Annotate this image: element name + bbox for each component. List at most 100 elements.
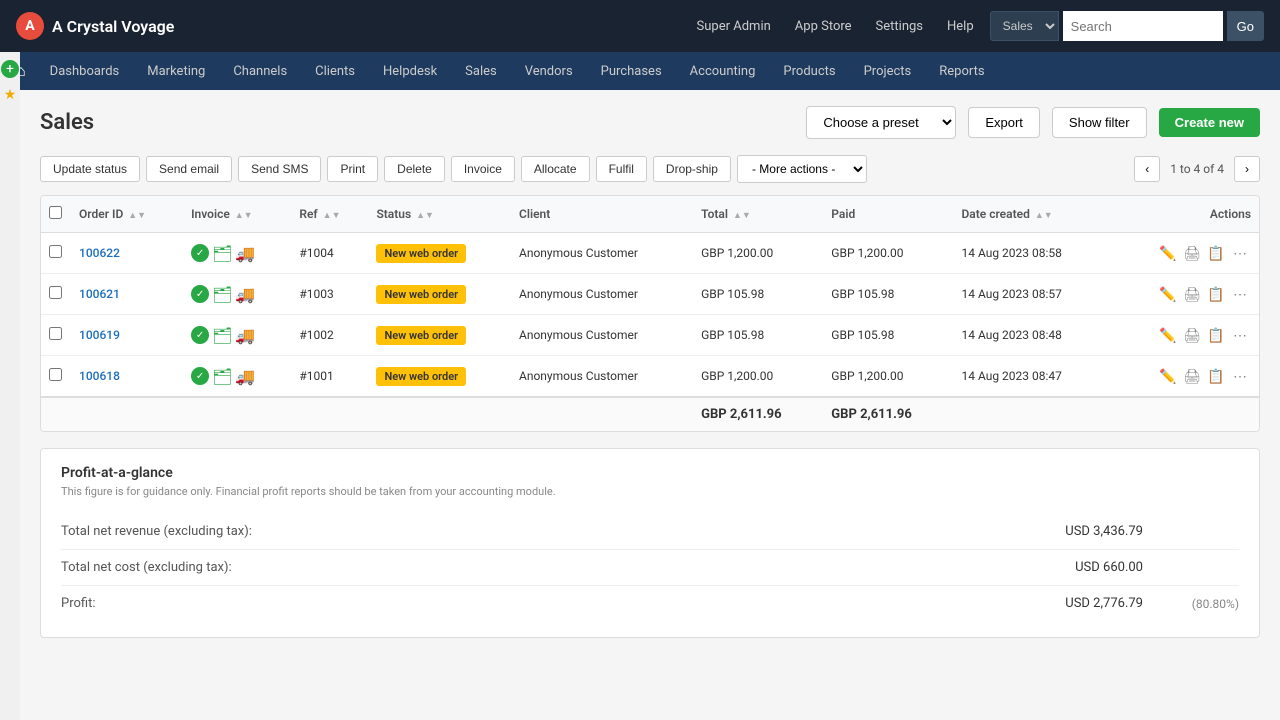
- invoice-box-icon-0: 🗂: [212, 244, 232, 263]
- select-all-header[interactable]: [41, 196, 71, 233]
- allocate-button[interactable]: Allocate: [521, 156, 590, 182]
- row-checkbox-2[interactable]: [49, 327, 62, 340]
- row-copy-button-3[interactable]: 📋: [1205, 365, 1227, 387]
- navbar-item-channels[interactable]: Channels: [221, 56, 299, 87]
- order-id-link-2[interactable]: 100619: [79, 328, 120, 342]
- topbar-links: Super Admin App Store Settings Help: [697, 19, 974, 34]
- row-checkbox-cell-1[interactable]: [41, 274, 71, 315]
- navbar-item-products[interactable]: Products: [771, 56, 847, 87]
- preset-select[interactable]: Choose a preset: [806, 106, 956, 139]
- row-copy-button-2[interactable]: 📋: [1205, 324, 1227, 346]
- send-email-button[interactable]: Send email: [146, 156, 232, 182]
- row-more-button-3[interactable]: ⋯: [1229, 365, 1251, 387]
- row-checkbox-3[interactable]: [49, 368, 62, 381]
- search-context-select[interactable]: Sales: [990, 11, 1059, 41]
- app-logo[interactable]: A A Crystal Voyage: [16, 12, 174, 40]
- totals-row: GBP 2,611.96 GBP 2,611.96: [41, 397, 1259, 431]
- col-invoice[interactable]: Invoice ▲▼: [183, 196, 291, 233]
- fulfil-button[interactable]: Fulfil: [596, 156, 647, 182]
- logo-icon: A: [16, 12, 44, 40]
- row-client-3: Anonymous Customer: [511, 356, 693, 398]
- help-link[interactable]: Help: [947, 19, 974, 34]
- row-more-button-2[interactable]: ⋯: [1229, 324, 1251, 346]
- navbar-item-purchases[interactable]: Purchases: [589, 56, 674, 87]
- search-input[interactable]: [1063, 11, 1223, 41]
- row-print-button-3[interactable]: 🖨: [1181, 365, 1203, 387]
- col-ref[interactable]: Ref ▲▼: [291, 196, 368, 233]
- navbar-item-clients[interactable]: Clients: [303, 56, 367, 87]
- topbar: A A Crystal Voyage Super Admin App Store…: [0, 0, 1280, 52]
- navbar-item-reports[interactable]: Reports: [927, 56, 996, 87]
- invoice-check-icon-0: ✓: [191, 244, 209, 262]
- status-badge-3: New web order: [376, 367, 466, 386]
- table-row: 100622 ✓ 🗂 🚚 #1004 New web order Anonymo…: [41, 233, 1259, 274]
- export-button[interactable]: Export: [968, 107, 1040, 138]
- navbar-item-sales[interactable]: Sales: [453, 56, 509, 87]
- col-order-id[interactable]: Order ID ▲▼: [71, 196, 183, 233]
- row-print-button-1[interactable]: 🖨: [1181, 283, 1203, 305]
- navbar-item-accounting[interactable]: Accounting: [678, 56, 768, 87]
- more-actions-select[interactable]: - More actions -: [737, 155, 867, 183]
- row-edit-button-2[interactable]: ✏️: [1157, 324, 1179, 346]
- order-id-link-1[interactable]: 100621: [79, 287, 120, 301]
- row-checkbox-cell-2[interactable]: [41, 315, 71, 356]
- row-actions-cell-2: ✏️ 🖨 📋 ⋯: [1111, 315, 1259, 356]
- row-edit-button-1[interactable]: ✏️: [1157, 283, 1179, 305]
- super-admin-link[interactable]: Super Admin: [697, 19, 771, 34]
- update-status-button[interactable]: Update status: [40, 156, 140, 182]
- row-ref-0: #1004: [291, 233, 368, 274]
- add-sidebar-icon[interactable]: +: [1, 60, 19, 78]
- row-checkbox-cell-0[interactable]: [41, 233, 71, 274]
- invoice-ship-icon-1: 🚚: [235, 285, 255, 304]
- col-status[interactable]: Status ▲▼: [368, 196, 511, 233]
- row-date-0: 14 Aug 2023 08:58: [953, 233, 1110, 274]
- row-print-button-0[interactable]: 🖨: [1181, 242, 1203, 264]
- settings-link[interactable]: Settings: [876, 19, 923, 34]
- delete-button[interactable]: Delete: [384, 156, 445, 182]
- show-filter-button[interactable]: Show filter: [1052, 107, 1147, 138]
- pagination-prev-button[interactable]: ‹: [1134, 156, 1160, 182]
- row-print-button-2[interactable]: 🖨: [1181, 324, 1203, 346]
- app-store-link[interactable]: App Store: [795, 19, 852, 34]
- row-checkbox-0[interactable]: [49, 245, 62, 258]
- row-checkbox-cell-3[interactable]: [41, 356, 71, 398]
- row-date-3: 14 Aug 2023 08:47: [953, 356, 1110, 398]
- select-all-checkbox[interactable]: [49, 206, 62, 219]
- navbar-item-marketing[interactable]: Marketing: [135, 56, 217, 87]
- create-new-button[interactable]: Create new: [1159, 108, 1260, 137]
- search-go-button[interactable]: Go: [1227, 11, 1264, 41]
- col-total[interactable]: Total ▲▼: [693, 196, 823, 233]
- row-more-button-1[interactable]: ⋯: [1229, 283, 1251, 305]
- row-actions-cell-3: ✏️ 🖨 📋 ⋯: [1111, 356, 1259, 398]
- invoice-check-icon-1: ✓: [191, 285, 209, 303]
- order-id-link-0[interactable]: 100622: [79, 246, 120, 260]
- profit-profit-percent: (80.80%): [1159, 597, 1239, 611]
- star-sidebar-icon[interactable]: ★: [1, 86, 19, 104]
- navbar-item-projects[interactable]: Projects: [852, 56, 924, 87]
- row-checkbox-1[interactable]: [49, 286, 62, 299]
- row-copy-button-1[interactable]: 📋: [1205, 283, 1227, 305]
- print-button[interactable]: Print: [327, 156, 378, 182]
- row-copy-button-0[interactable]: 📋: [1205, 242, 1227, 264]
- row-edit-button-3[interactable]: ✏️: [1157, 365, 1179, 387]
- row-date-1: 14 Aug 2023 08:57: [953, 274, 1110, 315]
- navbar-item-vendors[interactable]: Vendors: [513, 56, 585, 87]
- navbar-item-dashboards[interactable]: Dashboards: [38, 56, 132, 87]
- pagination-next-button[interactable]: ›: [1234, 156, 1260, 182]
- drop-ship-button[interactable]: Drop-ship: [653, 156, 731, 182]
- totals-paid: GBP 2,611.96: [823, 397, 953, 431]
- profit-row-revenue: Total net revenue (excluding tax): USD 3…: [61, 514, 1239, 550]
- row-order-id-0: 100622: [71, 233, 183, 274]
- col-date-created[interactable]: Date created ▲▼: [953, 196, 1110, 233]
- row-invoice-3: ✓ 🗂 🚚: [183, 356, 291, 398]
- row-ref-1: #1003: [291, 274, 368, 315]
- send-sms-button[interactable]: Send SMS: [238, 156, 321, 182]
- order-id-link-3[interactable]: 100618: [79, 369, 120, 383]
- invoice-button[interactable]: Invoice: [451, 156, 515, 182]
- row-more-button-0[interactable]: ⋯: [1229, 242, 1251, 264]
- profit-row-cost: Total net cost (excluding tax): USD 660.…: [61, 550, 1239, 586]
- profit-panel: Profit-at-a-glance This figure is for gu…: [40, 448, 1260, 638]
- invoice-ship-icon-2: 🚚: [235, 326, 255, 345]
- navbar-item-helpdesk[interactable]: Helpdesk: [371, 56, 449, 87]
- row-edit-button-0[interactable]: ✏️: [1157, 242, 1179, 264]
